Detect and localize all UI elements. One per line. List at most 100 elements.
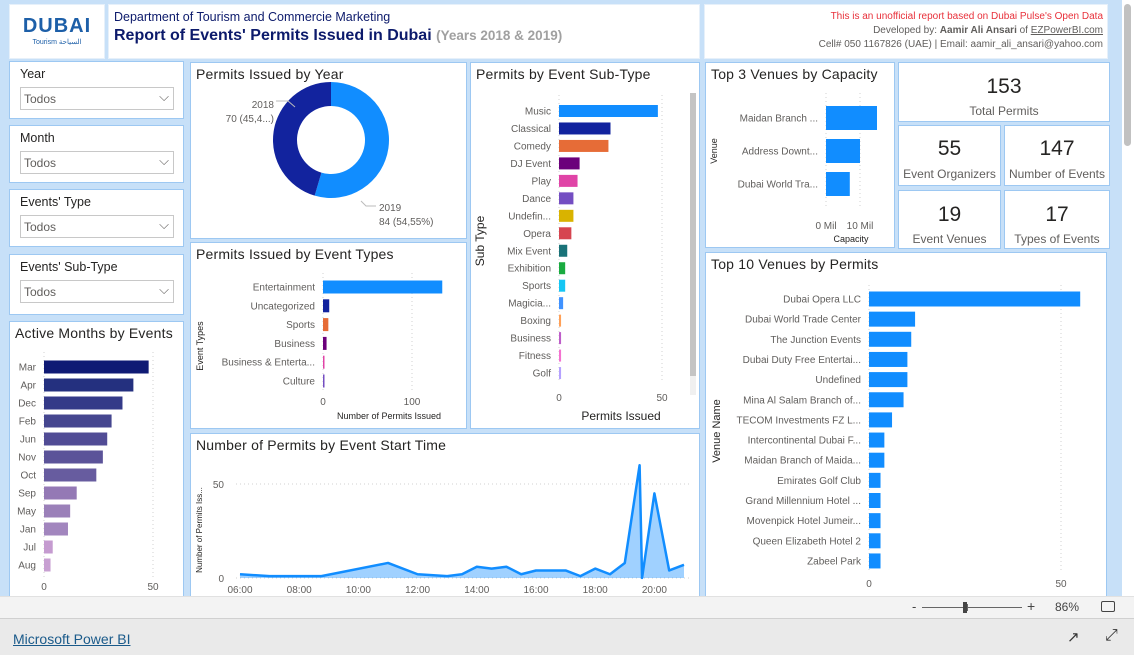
month-dropdown[interactable]: Todos ⌵ bbox=[20, 151, 174, 174]
bar bbox=[869, 533, 881, 549]
event-subtype-dropdown[interactable]: Todos ⌵ bbox=[20, 280, 174, 303]
category-label: Apr bbox=[20, 381, 36, 392]
chevron-down-icon: ⌵ bbox=[159, 89, 169, 104]
developer-name: Aamir Ali Ansari bbox=[939, 25, 1017, 36]
kpi-number-of-events: 147 Number of Events bbox=[1004, 125, 1110, 186]
footer-bar: Microsoft Power BI ↗︎ ⤢ bbox=[0, 618, 1134, 655]
bar bbox=[323, 280, 443, 294]
site-link[interactable]: EZPowerBI.com bbox=[1031, 25, 1103, 36]
category-label: TECOM Investments FZ L... bbox=[737, 415, 861, 426]
kpi-event-organizers: 55 Event Organizers bbox=[898, 125, 1001, 186]
kpi-label: Types of Events bbox=[1014, 232, 1100, 246]
event-types-chart[interactable]: Permits Issued by Event Types 0 100 Enterta… bbox=[190, 242, 467, 429]
chevron-down-icon: ⌵ bbox=[159, 217, 169, 232]
bar bbox=[826, 139, 860, 163]
y-axis-title: Event Types bbox=[195, 321, 205, 371]
x-tick-label: 10 Mil bbox=[847, 221, 874, 232]
fit-to-page-icon[interactable] bbox=[1101, 601, 1115, 612]
category-label: Dubai World Trade Center bbox=[745, 315, 862, 326]
kpi-label: Total Permits bbox=[969, 104, 1039, 118]
kpi-value: 147 bbox=[1039, 137, 1075, 160]
fullscreen-icon[interactable]: ⤢ bbox=[1105, 627, 1118, 645]
slice-data-label: 84 (54,55%) bbox=[379, 217, 433, 228]
bar bbox=[44, 414, 112, 428]
bar bbox=[559, 157, 580, 170]
kpi-label: Event Organizers bbox=[903, 167, 996, 181]
bar bbox=[44, 450, 103, 464]
bar bbox=[44, 540, 53, 554]
top10-venues-chart[interactable]: Top 10 Venues by Permits 0 50 Dubai Opera L… bbox=[705, 252, 1107, 597]
year-slicer: Year Todos ⌵ bbox=[9, 61, 184, 119]
page-scrollbar[interactable] bbox=[1122, 0, 1134, 596]
category-label: Emirates Golf Club bbox=[777, 476, 861, 487]
bar bbox=[44, 468, 97, 482]
permits-by-year-chart[interactable]: Permits Issued by Year 2018 70 (45,4...) 20… bbox=[190, 62, 467, 239]
share-icon[interactable]: ↗︎ bbox=[1067, 628, 1080, 646]
category-label: Feb bbox=[19, 417, 37, 428]
x-tick-label: 0 bbox=[556, 393, 562, 404]
active-months-chart[interactable]: Active Months by Events 0 50 Mar Apr Dec Feb Ju… bbox=[9, 321, 184, 597]
y-tick-label: 0 bbox=[218, 574, 224, 585]
category-label: Queen Elizabeth Hotel 2 bbox=[753, 536, 862, 547]
bar bbox=[559, 297, 564, 310]
x-axis-title: Capacity bbox=[833, 234, 869, 244]
chart-scrollbar[interactable] bbox=[690, 93, 696, 395]
zoom-out-button[interactable]: - bbox=[912, 599, 916, 614]
kpi-value: 19 bbox=[937, 203, 962, 226]
start-time-chart[interactable]: Number of Permits by Event Start Time 0 50… bbox=[190, 433, 700, 597]
y-axis-title: Number of Permits Iss... bbox=[195, 487, 204, 573]
category-label: Mar bbox=[19, 363, 37, 374]
category-label: Aug bbox=[18, 561, 36, 572]
x-tick-label: 10:00 bbox=[346, 585, 371, 596]
power-bi-link[interactable]: Microsoft Power BI bbox=[13, 631, 130, 647]
chevron-down-icon: ⌵ bbox=[159, 282, 169, 297]
category-label: Dubai Opera LLC bbox=[783, 295, 861, 306]
month-slicer: Month Todos ⌵ bbox=[9, 125, 184, 183]
title-panel: Department of Tourism and Commercie Mark… bbox=[108, 4, 700, 59]
bar bbox=[869, 392, 904, 408]
event-type-dropdown[interactable]: Todos ⌵ bbox=[20, 215, 174, 238]
zoom-in-button[interactable]: + bbox=[1027, 598, 1035, 614]
category-label: Maidan Branch ... bbox=[740, 114, 818, 125]
bar bbox=[323, 318, 329, 332]
x-tick-label: 06:00 bbox=[227, 585, 252, 596]
bar bbox=[559, 349, 562, 362]
category-label: Mina Al Salam Branch of... bbox=[743, 395, 861, 406]
category-label: Classical bbox=[511, 124, 551, 135]
category-label: Grand Millennium Hotel ... bbox=[745, 496, 861, 507]
category-label: Intercontinental Dubai F... bbox=[748, 436, 861, 447]
x-tick-label: 50 bbox=[147, 582, 159, 593]
sub-type-chart[interactable]: Permits by Event Sub-Type 0 50 Music Classic… bbox=[470, 62, 700, 429]
category-label: Music bbox=[525, 107, 551, 118]
x-axis-title: Number of Permits Issued bbox=[337, 411, 441, 421]
slice-data-label: 70 (45,4...) bbox=[226, 114, 274, 125]
category-label: Business & Enterta... bbox=[222, 358, 315, 369]
kpi-value: 17 bbox=[1045, 203, 1069, 226]
x-axis-title: Permits Issued bbox=[581, 409, 660, 423]
year-dropdown[interactable]: Todos ⌵ bbox=[20, 87, 174, 110]
category-label: Comedy bbox=[514, 141, 551, 152]
dropdown-value: Todos bbox=[24, 92, 57, 106]
x-tick-label: 0 bbox=[866, 579, 872, 590]
category-label: Undefined bbox=[815, 375, 861, 386]
category-label: Oct bbox=[20, 471, 36, 482]
category-label: The Junction Events bbox=[770, 335, 861, 346]
scrollbar-thumb[interactable] bbox=[1124, 4, 1131, 146]
scrollbar-thumb[interactable] bbox=[690, 93, 696, 376]
top3-capacity-chart[interactable]: Top 3 Venues by Capacity 0 Mil 10 Mil Maida… bbox=[705, 62, 895, 248]
bar bbox=[869, 432, 885, 448]
bar bbox=[559, 174, 578, 187]
x-tick-label: 16:00 bbox=[523, 585, 548, 596]
category-label: Business bbox=[274, 339, 315, 350]
bar bbox=[44, 360, 149, 374]
of-text: of bbox=[1016, 25, 1031, 36]
category-label: Address Downt... bbox=[742, 147, 818, 158]
slice-category-label: 2019 bbox=[379, 203, 402, 214]
contact-info: Cell# 050 1167826 (UAE) | Email: aamir_a… bbox=[818, 39, 1103, 50]
category-label: Play bbox=[532, 176, 551, 187]
y-axis-title: Sub Type bbox=[473, 215, 487, 266]
bar bbox=[869, 331, 912, 347]
category-label: Movenpick Hotel Jumeir... bbox=[747, 516, 862, 527]
kpi-value: 55 bbox=[937, 137, 962, 160]
zoom-slider[interactable] bbox=[922, 602, 1022, 613]
